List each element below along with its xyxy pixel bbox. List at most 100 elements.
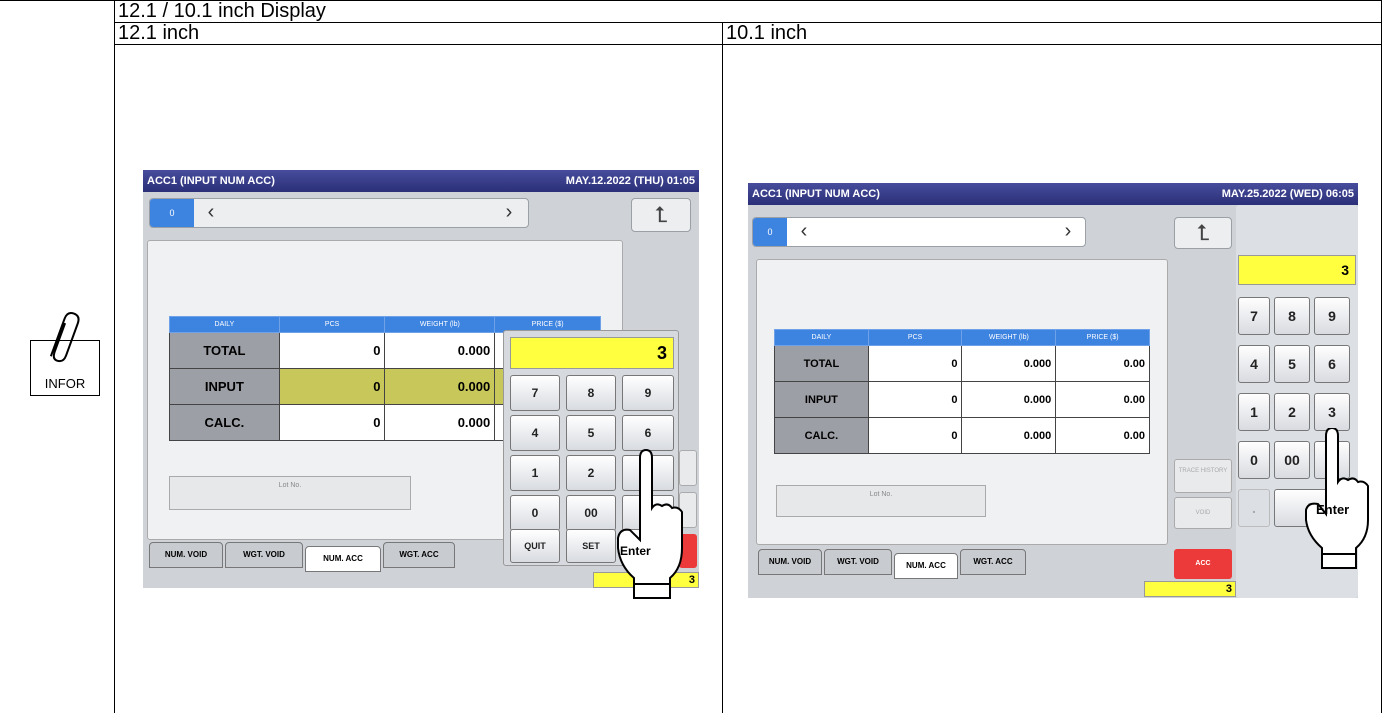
weight-cell: 0.000 [384, 404, 496, 441]
pcs-cell: 0 [278, 332, 386, 369]
next-arrow-icon[interactable]: › [1057, 218, 1079, 246]
screen-date: MAY.12.2022 (THU) 01:05 [565, 175, 695, 187]
table-border [722, 22, 723, 713]
prev-arrow-icon[interactable]: ‹ [793, 218, 815, 246]
set-button[interactable]: SET [566, 529, 616, 563]
key-9[interactable]: 9 [1314, 297, 1350, 335]
key-8[interactable]: 8 [1274, 297, 1310, 335]
table-row[interactable]: TOTAL 0 0.000 0.00 [774, 345, 1150, 382]
trace-history-button[interactable]: TRACE HISTORY [1174, 459, 1232, 493]
price-cell: 0.00 [1055, 417, 1150, 454]
hand-pointer-icon: Enter [610, 448, 690, 608]
key-8[interactable]: 8 [566, 375, 616, 411]
tab-num-void[interactable]: NUM. VOID [758, 549, 822, 575]
key-2[interactable]: 2 [1274, 393, 1310, 431]
tab-num-void[interactable]: NUM. VOID [149, 542, 223, 568]
key-1[interactable]: 1 [510, 455, 560, 491]
col-price: PRICE ($) [1055, 329, 1150, 346]
keypad-display: 3 [510, 337, 674, 369]
weight-cell: 0.000 [961, 345, 1057, 382]
col-pcs: PCS [278, 316, 386, 333]
key-00[interactable]: 00 [566, 495, 616, 531]
table-border [114, 44, 1382, 45]
result-display: 3 [1144, 581, 1236, 597]
tab-wgt-acc[interactable]: WGT. ACC [383, 542, 455, 568]
column-header-12inch: 12.1 inch [118, 22, 200, 44]
screen-title: ACC1 (INPUT NUM ACC) [752, 188, 880, 200]
lot-no-field[interactable]: Lot No. [776, 485, 986, 517]
next-arrow-icon[interactable]: › [498, 199, 520, 227]
key-6[interactable]: 6 [1314, 345, 1350, 383]
weight-cell: 0.000 [961, 417, 1057, 454]
row-label: TOTAL [169, 332, 280, 369]
table-row[interactable]: CALC. 0 0.000 0.00 [774, 417, 1150, 454]
price-cell: 0.00 [1055, 381, 1150, 418]
table-border [114, 0, 115, 713]
screen-date: MAY.25.2022 (WED) 06:05 [1221, 188, 1354, 200]
key-4[interactable]: 4 [510, 415, 560, 451]
title-bar: ACC1 (INPUT NUM ACC) MAY.25.2022 (WED) 0… [748, 183, 1358, 205]
keypad-display: 3 [1238, 255, 1356, 285]
tab-wgt-void[interactable]: WGT. VOID [225, 542, 303, 568]
tab-num-acc[interactable]: NUM. ACC [305, 546, 381, 572]
table-header-title: 12.1 / 10.1 inch Display [118, 0, 326, 22]
screen-title: ACC1 (INPUT NUM ACC) [147, 175, 275, 187]
prev-arrow-icon[interactable]: ‹ [200, 199, 222, 227]
weight-cell: 0.000 [384, 368, 496, 405]
enter-label: Enter [1316, 502, 1350, 517]
nav-bar[interactable]: 0 ‹ › [149, 198, 529, 228]
table-row[interactable]: INPUT 0 0.000 0.00 [774, 381, 1150, 418]
weight-cell: 0.000 [961, 381, 1057, 418]
key-0[interactable]: 0 [1238, 441, 1270, 479]
pcs-cell: 0 [867, 345, 963, 382]
col-weight: WEIGHT (lb) [384, 316, 496, 333]
weight-cell: 0.000 [384, 332, 496, 369]
back-button[interactable]: ⮤ [1174, 217, 1232, 249]
nav-value: 0 [753, 218, 787, 246]
key-1[interactable]: 1 [1238, 393, 1270, 431]
title-bar: ACC1 (INPUT NUM ACC) MAY.12.2022 (THU) 0… [143, 170, 699, 192]
tab-num-acc[interactable]: NUM. ACC [894, 553, 958, 579]
paperclip-icon [49, 311, 80, 363]
row-label: INPUT [774, 381, 869, 418]
key-6[interactable]: 6 [622, 415, 674, 451]
nav-bar[interactable]: 0 ‹ › [752, 217, 1086, 247]
infor-icon: INFOR [30, 300, 100, 400]
key-5[interactable]: 5 [566, 415, 616, 451]
pcs-cell: 0 [867, 381, 963, 418]
tab-wgt-acc[interactable]: WGT. ACC [960, 549, 1026, 575]
back-button[interactable]: ⮤ [631, 198, 691, 232]
column-header-10inch: 10.1 inch [726, 22, 808, 44]
key-5[interactable]: 5 [1274, 345, 1310, 383]
key-4[interactable]: 4 [1238, 345, 1270, 383]
row-label: TOTAL [774, 345, 869, 382]
void-button[interactable]: VOID [1174, 497, 1232, 529]
tab-wgt-void[interactable]: WGT. VOID [824, 549, 892, 575]
infor-label: INFOR [44, 376, 86, 391]
key-3[interactable]: 3 [1314, 393, 1350, 431]
lot-no-field[interactable]: Lot No. [169, 476, 411, 510]
acc-button[interactable]: ACC [1174, 549, 1232, 579]
screen-10inch: ACC1 (INPUT NUM ACC) MAY.25.2022 (WED) 0… [748, 183, 1358, 598]
enter-label: Enter [620, 544, 651, 558]
hand-pointer-icon: Enter [1300, 426, 1380, 578]
col-weight: WEIGHT (lb) [961, 329, 1057, 346]
col-daily: DAILY [169, 316, 280, 333]
price-cell: 0.00 [1055, 345, 1150, 382]
key-dot[interactable]: . [1238, 489, 1270, 527]
nav-value: 0 [150, 199, 194, 227]
key-2[interactable]: 2 [566, 455, 616, 491]
quit-button[interactable]: QUIT [510, 529, 560, 563]
row-label: CALC. [774, 417, 869, 454]
key-9[interactable]: 9 [622, 375, 674, 411]
row-label: INPUT [169, 368, 280, 405]
pcs-cell: 0 [278, 368, 386, 405]
key-7[interactable]: 7 [1238, 297, 1270, 335]
daily-table: DAILY PCS WEIGHT (lb) PRICE ($) TOTAL 0 … [774, 329, 1150, 454]
key-7[interactable]: 7 [510, 375, 560, 411]
col-daily: DAILY [774, 329, 869, 346]
pcs-cell: 0 [278, 404, 386, 441]
key-0[interactable]: 0 [510, 495, 560, 531]
row-label: CALC. [169, 404, 280, 441]
pcs-cell: 0 [867, 417, 963, 454]
